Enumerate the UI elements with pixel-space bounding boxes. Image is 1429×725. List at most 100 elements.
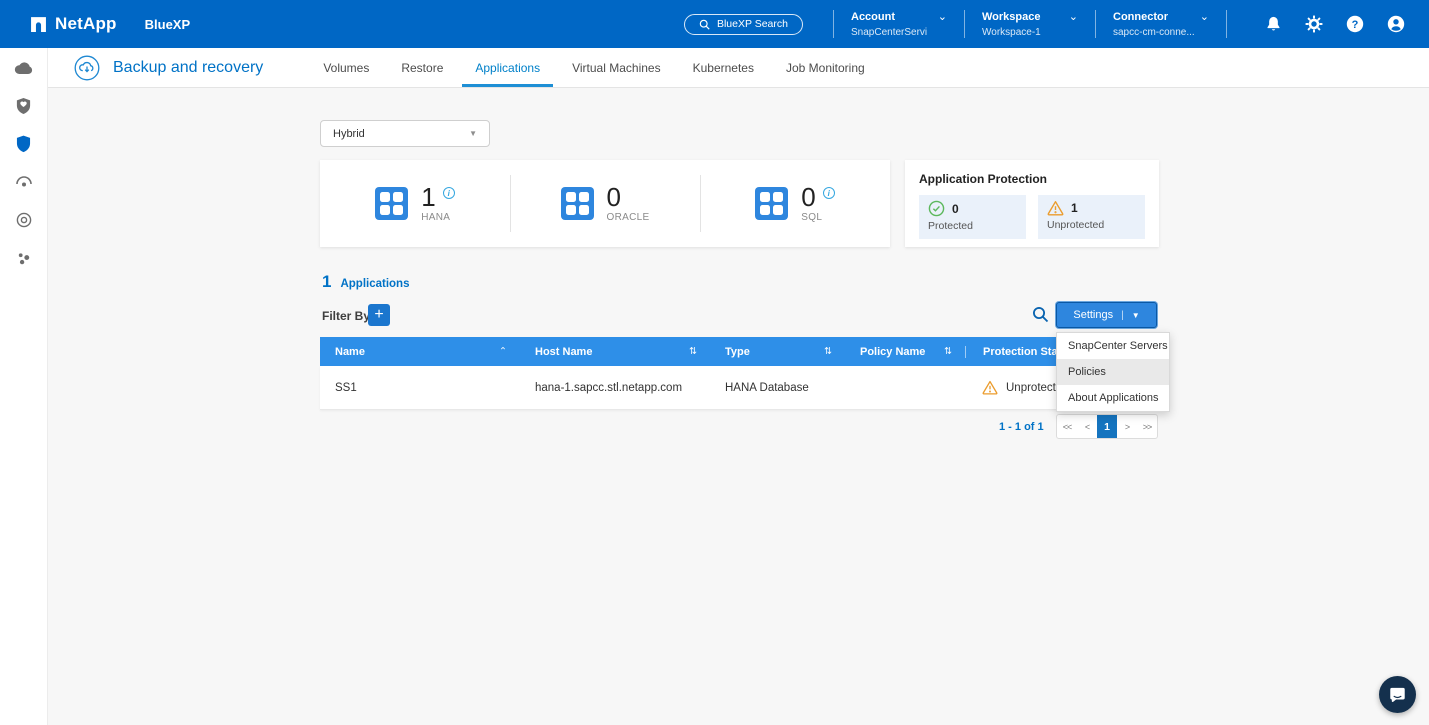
column-label: Host Name [535, 346, 592, 358]
nav-observability-target-icon[interactable] [0, 201, 48, 239]
application-protection-card: Application Protection 0 Protected 1 Unp… [905, 160, 1159, 247]
tab-label: Applications [475, 61, 540, 75]
chat-bubble-icon [1388, 685, 1407, 704]
chat-support-button[interactable] [1379, 676, 1416, 713]
nav-health-shield-icon[interactable] [0, 87, 48, 125]
settings-dropdown-menu: SnapCenter Servers Policies About Applic… [1056, 332, 1170, 412]
chevron-down-icon: ⌄ [938, 14, 947, 20]
column-label: Type [725, 346, 750, 358]
plus-icon: + [374, 307, 383, 323]
applications-count-label: Applications [340, 278, 409, 290]
tab-label: Virtual Machines [572, 61, 661, 75]
sort-both-icon[interactable]: ⇅ [689, 346, 697, 357]
menu-item-policies[interactable]: Policies [1057, 359, 1169, 385]
applications-table: Name ⌃ Host Name ⇅ Type ⇅ Policy Name ⇅ … [320, 337, 1160, 410]
apps-grid-icon [375, 187, 408, 220]
sort-both-icon[interactable]: ⇅ [944, 346, 952, 357]
unprotected-box: 1 Unprotected [1038, 195, 1145, 239]
connector-value: sapcc-cm-conne... [1113, 27, 1209, 38]
table-search-icon[interactable] [1032, 306, 1049, 323]
tab-kubernetes[interactable]: Kubernetes [677, 48, 770, 87]
top-bar-icons: ? [1265, 15, 1405, 33]
notifications-bell-icon[interactable] [1265, 15, 1282, 33]
cell-type: HANA Database [710, 382, 845, 394]
tab-volumes[interactable]: Volumes [307, 48, 385, 87]
account-menu[interactable]: Account ⌄ SnapCenterServi [851, 11, 947, 38]
sql-count: 0 [801, 184, 815, 210]
pagination-page-1[interactable]: 1 [1097, 414, 1117, 439]
workspace-menu[interactable]: Workspace ⌄ Workspace-1 [982, 11, 1078, 38]
protected-box: 0 Protected [919, 195, 1026, 239]
settings-button-label: Settings [1073, 309, 1113, 321]
scope-select-dropdown[interactable]: Hybrid ▼ [320, 120, 490, 147]
tab-job-monitoring[interactable]: Job Monitoring [770, 48, 881, 87]
tab-applications[interactable]: Applications [459, 48, 556, 87]
pagination-last-button[interactable]: >> [1137, 414, 1157, 439]
settings-button[interactable]: Settings | ▼ [1056, 302, 1157, 328]
unprotected-label: Unprotected [1047, 219, 1136, 231]
connector-menu[interactable]: Connector ⌄ sapcc-cm-conne... [1113, 11, 1209, 38]
warning-triangle-icon [1047, 200, 1064, 216]
help-icon[interactable]: ? [1346, 15, 1364, 33]
column-label: Policy Name [860, 346, 925, 358]
settings-gear-icon[interactable] [1305, 15, 1323, 33]
column-header-type[interactable]: Type ⇅ [710, 346, 845, 358]
search-icon [699, 19, 710, 30]
filter-by-label: Filter By [322, 309, 370, 323]
pagination-controls: << < 1 > >> [1056, 414, 1158, 439]
tab-restore[interactable]: Restore [385, 48, 459, 87]
protected-label: Protected [928, 220, 1017, 232]
check-circle-icon [928, 200, 945, 217]
bluexp-search[interactable]: BlueXP Search [684, 14, 803, 35]
workspace-value: Workspace-1 [982, 27, 1078, 38]
user-account-icon[interactable] [1387, 15, 1405, 33]
divider [833, 10, 834, 38]
protection-card-title: Application Protection [919, 172, 1145, 186]
oracle-count: 0 [607, 184, 621, 210]
sql-label: SQL [801, 212, 834, 223]
tab-virtual-machines[interactable]: Virtual Machines [556, 48, 677, 87]
nav-extensions-dots-icon[interactable] [0, 239, 48, 277]
divider [964, 10, 965, 38]
info-icon[interactable]: i [823, 187, 835, 199]
top-bar: NetApp BlueXP BlueXP Search Account ⌄ Sn… [0, 0, 1429, 48]
netapp-logo[interactable]: NetApp [30, 14, 117, 34]
cell-name: SS1 [320, 382, 520, 394]
menu-item-about-applications[interactable]: About Applications [1057, 385, 1169, 411]
add-filter-button[interactable]: + [368, 304, 390, 326]
column-header-host-name[interactable]: Host Name ⇅ [520, 346, 710, 358]
menu-item-snapcenter-servers[interactable]: SnapCenter Servers [1057, 333, 1169, 359]
nav-protection-shield-icon-active[interactable] [0, 125, 48, 163]
pipe-divider: | [1121, 310, 1124, 321]
table-row[interactable]: SS1 hana-1.sapcc.stl.netapp.com HANA Dat… [320, 366, 1160, 410]
info-icon[interactable]: i [443, 187, 455, 199]
account-label: Account [851, 11, 895, 23]
apps-grid-icon [755, 187, 788, 220]
top-bar-right: BlueXP Search Account ⌄ SnapCenterServi … [684, 10, 1429, 38]
unprotected-count: 1 [1071, 201, 1078, 215]
table-header-row: Name ⌃ Host Name ⇅ Type ⇅ Policy Name ⇅ … [320, 337, 1160, 366]
nav-restore-disc-icon[interactable] [0, 163, 48, 201]
protected-count: 0 [952, 202, 959, 216]
brand-name: NetApp [55, 14, 117, 34]
column-header-policy-name[interactable]: Policy Name ⇅ [845, 346, 965, 358]
account-value: SnapCenterServi [851, 27, 947, 38]
service-tabs: Volumes Restore Applications Virtual Mac… [307, 48, 880, 87]
workspace-label: Workspace [982, 11, 1041, 23]
oracle-label: ORACLE [607, 212, 650, 223]
pagination-next-button[interactable]: > [1117, 414, 1137, 439]
netapp-mark-icon [30, 16, 47, 33]
chevron-down-icon: ⌄ [1069, 14, 1078, 20]
pagination-prev-button[interactable]: < [1077, 414, 1097, 439]
sort-asc-icon[interactable]: ⌃ [499, 346, 507, 357]
cell-host-name: hana-1.sapcc.stl.netapp.com [520, 382, 710, 394]
stat-oracle: 0 ORACLE [510, 160, 700, 247]
tab-label: Volumes [323, 61, 369, 75]
sort-both-icon[interactable]: ⇅ [824, 346, 832, 357]
nav-storage-cloud-icon[interactable] [0, 49, 48, 87]
divider [1226, 10, 1227, 38]
pagination-first-button[interactable]: << [1057, 414, 1077, 439]
caret-down-icon: ▼ [1132, 311, 1140, 320]
tab-label: Job Monitoring [786, 61, 865, 75]
column-header-name[interactable]: Name ⌃ [320, 346, 520, 358]
